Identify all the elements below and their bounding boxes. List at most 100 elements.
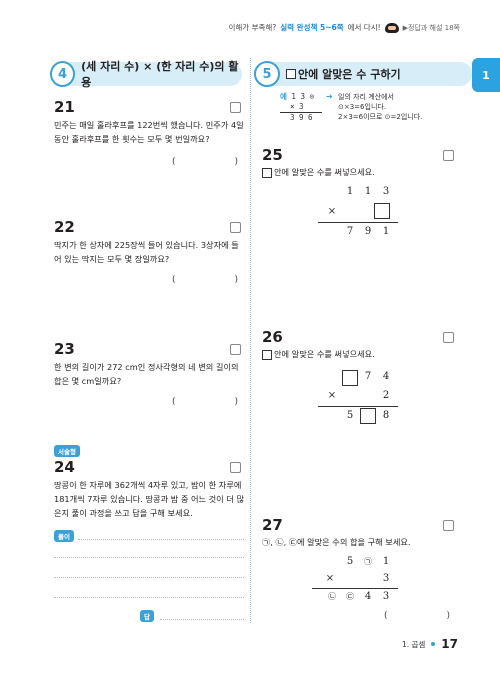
column-divider: [250, 58, 251, 623]
top-note-suffix: 에서 다시!: [347, 23, 381, 32]
paren-close: ): [234, 157, 238, 167]
top-note-highlight: 실력 완성책 5~6쪽: [280, 23, 344, 32]
digit: 1: [364, 186, 372, 197]
digit: 7: [364, 371, 372, 382]
example-arith: 예 1 3 ⊙ × 3 3 9 6: [280, 92, 322, 123]
sum-line: [318, 222, 398, 223]
problem-text-22: 딱지가 한 상자에 225장씩 들어 있습니다. 3상자에 들어 있는 딱지는 …: [54, 240, 239, 264]
problem-text-21: 민주는 매일 훌라후프를 122번씩 했습니다. 민주가 4일 동안 훌라후프를…: [54, 120, 244, 144]
section-title-4: (세 자리 수) × (한 자리 수)의 활용: [81, 60, 239, 89]
problem-text-26: 안에 알맞은 수를 써넣으세요.: [274, 349, 375, 359]
check-box-23[interactable]: [230, 344, 241, 355]
check-box-25[interactable]: [443, 150, 454, 161]
digit: 4: [382, 371, 390, 382]
check-box-24[interactable]: [230, 462, 241, 473]
blank-input-25[interactable]: [374, 203, 390, 219]
problem-number-22: 22: [54, 218, 75, 236]
paren-open: (: [172, 397, 176, 407]
check-box-22[interactable]: [230, 222, 241, 233]
paren-close: ): [446, 611, 450, 621]
separator-dot-icon: [431, 642, 436, 646]
arithmetic-25: 1 1 3 × 7 9 1: [318, 186, 398, 246]
top-note: 이해가 부족해? 실력 완성책 5~6쪽 에서 다시! ▶정답과 해설 18쪽: [228, 22, 460, 33]
problem-number-26: 26: [262, 328, 283, 346]
example-row2: × 3: [290, 102, 304, 111]
example-label-row: 예 1 3 ⊙: [280, 92, 322, 102]
paren-open: (: [384, 611, 388, 621]
sum-line: [318, 406, 398, 407]
top-note-prefix: 이해가 부족해?: [228, 23, 277, 32]
digit: 1: [382, 556, 390, 567]
work-line-4[interactable]: [54, 597, 244, 598]
digit: 3: [382, 573, 390, 584]
blank-box-icon: [262, 167, 272, 178]
answer-blank-23[interactable]: (): [172, 397, 238, 407]
problem-text-24: 땅콩이 한 자루에 362개씩 4자루 있고, 밤이 한 자루에 181개씩 7…: [54, 480, 244, 518]
digit: ㉡: [328, 592, 336, 601]
paren-open: (: [172, 157, 176, 167]
digit: 8: [382, 410, 390, 421]
digit: 3: [382, 186, 390, 197]
digit: 1: [346, 186, 354, 197]
chapter-tab-label: 1: [482, 68, 490, 82]
digit: 9: [364, 226, 372, 237]
multiply-sign: ×: [327, 206, 337, 217]
digit: 1: [382, 226, 390, 237]
paren-close: ): [234, 397, 238, 407]
arithmetic-27: 5 ㉠ 1 × 3 ㉡ ㉢ 4 3: [312, 556, 398, 616]
example-row1: 1 3 ⊙: [291, 92, 314, 101]
check-box-26[interactable]: [443, 332, 454, 343]
sum-line: [312, 588, 398, 589]
work-line-1[interactable]: [78, 539, 244, 540]
digit: ㉠: [364, 557, 372, 566]
problem-number-24: 24: [54, 458, 75, 476]
digit: 2: [382, 390, 390, 401]
descriptive-badge: 서술형: [54, 445, 80, 457]
digit: 4: [364, 591, 372, 602]
example-explanation: 일의 자리 계산에서 ⊙×3=6입니다. 2×3=6이므로 ⊙=2입니다.: [338, 92, 488, 122]
answer-reference[interactable]: ▶정답과 해설 18쪽: [403, 23, 460, 33]
example-text-2: ⊙×3=6입니다.: [338, 103, 387, 111]
multiply-sign: ×: [327, 390, 337, 401]
mascot-icon: [384, 22, 399, 33]
section-number-5: 5: [254, 61, 280, 87]
digit: ㉢: [346, 592, 354, 601]
example-text-3: 2×3=6이므로 ⊙=2입니다.: [338, 113, 423, 121]
answer-blank-22[interactable]: (): [172, 275, 238, 285]
work-label: 풀이: [54, 530, 74, 542]
answer-label: 답: [140, 610, 154, 622]
problem-text-25: 안에 알맞은 수를 써넣으세요.: [274, 167, 375, 177]
problem-number-25: 25: [262, 146, 283, 164]
problem-text-27: ㉠, ㉡, ㉢에 알맞은 수의 합을 구해 보세요.: [262, 537, 411, 547]
problem-instruction-26: 안에 알맞은 수를 써넣으세요.: [262, 347, 462, 361]
blank-input-26b[interactable]: [360, 408, 376, 424]
section-number-4: 4: [50, 61, 76, 87]
answer-blank-27[interactable]: (): [384, 611, 450, 621]
answer-blank-21[interactable]: (): [172, 157, 238, 167]
example-row3: 3 9 6: [280, 112, 322, 123]
digit: 3: [382, 591, 390, 602]
problem-number-27: 27: [262, 516, 283, 534]
digit: 5: [346, 556, 354, 567]
blank-box-icon: [286, 69, 296, 79]
work-line-3[interactable]: [54, 577, 244, 578]
section-title-5: 안에 알맞은 수 구하기: [298, 68, 401, 81]
section-header-5: 5 안에 알맞은 수 구하기: [254, 61, 472, 87]
arithmetic-26: 7 4 × 2 5 8: [318, 370, 398, 430]
problem-text-23: 한 변의 길이가 272 cm인 정사각형의 네 변의 길이의 합은 몇 cm일…: [54, 362, 239, 386]
answer-line-24[interactable]: [160, 619, 244, 620]
problem-number-23: 23: [54, 340, 75, 358]
work-line-2[interactable]: [54, 557, 244, 558]
check-box-21[interactable]: [230, 102, 241, 113]
blank-input-26a[interactable]: [342, 370, 358, 386]
multiply-sign: ×: [325, 573, 335, 584]
check-box-27[interactable]: [443, 520, 454, 531]
problem-number-21: 21: [54, 98, 75, 116]
chapter-tab[interactable]: 1: [472, 58, 500, 92]
section-header-4: 4 (세 자리 수) × (한 자리 수)의 활용: [50, 60, 242, 89]
digit: 7: [346, 226, 354, 237]
arrow-icon: ➜: [326, 92, 333, 101]
page-footer: 1. 곱셈 17: [402, 637, 458, 651]
chapter-name: 1. 곱셈: [401, 639, 426, 649]
example-text-1: 일의 자리 계산에서: [338, 93, 394, 101]
